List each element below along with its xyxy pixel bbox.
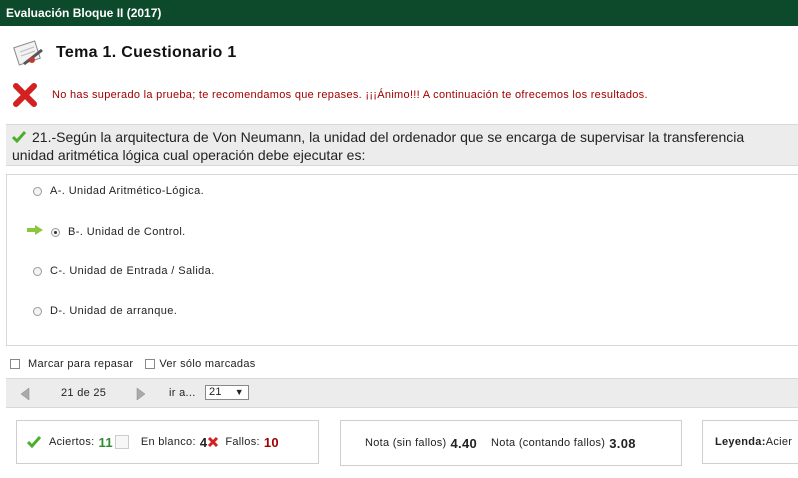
option-a[interactable]: A-. Unidad Aritmético-Lógica. [33, 181, 204, 201]
aciertos-count: 11 [98, 434, 113, 450]
quiz-header: Tema 1. Cuestionario 1 [10, 38, 237, 68]
mark-review-label[interactable]: Marcar para repasar [28, 358, 133, 370]
review-marks: Marcar para repasar Ver sólo marcadas [10, 358, 256, 370]
goto-select-value: 21 [209, 386, 222, 398]
nota-contando-label: Nota (contando fallos) [491, 437, 606, 449]
option-label: B-. Unidad de Control. [68, 226, 186, 238]
nota-contando-value: 3.08 [609, 435, 636, 451]
question-line-1: 21.-Según la arquitectura de Von Neumann… [32, 129, 745, 145]
answer-options: A-. Unidad Aritmético-Lógica. B-. Unidad… [6, 174, 798, 346]
question-line-2: unidad aritmética lógica cual operación … [12, 147, 366, 163]
option-label: C-. Unidad de Entrada / Salida. [50, 265, 215, 277]
question-navigation: 21 de 25 ir a... 21 ▼ [6, 378, 798, 408]
radio-button[interactable] [33, 186, 42, 196]
option-label: D-. Unidad de arranque. [50, 305, 178, 317]
window-title-bar: Evaluación Bloque II (2017) [0, 0, 798, 26]
next-arrow-icon[interactable] [136, 388, 146, 400]
green-check-icon [27, 436, 41, 448]
show-marked-checkbox[interactable] [145, 359, 156, 369]
question-text: 21.-Según la arquitectura de Von Neumann… [6, 124, 798, 166]
notepad-pencil-icon [10, 38, 46, 68]
fallos-label: Fallos: [225, 436, 260, 448]
green-check-icon [11, 129, 27, 144]
option-b[interactable]: B-. Unidad de Control. [51, 222, 186, 242]
goto-select[interactable]: 21 ▼ [205, 385, 249, 400]
blanco-count: 4 [199, 434, 208, 450]
mark-review-checkbox[interactable] [10, 359, 20, 369]
page-title: Tema 1. Cuestionario 1 [56, 44, 237, 61]
grade-summary: Nota (sin fallos) 4.40 Nota (contando fa… [340, 420, 682, 466]
score-summary: Aciertos: 11 En blanco: 4 Fallos: 10 [16, 420, 319, 464]
goto-label: ir a... [169, 387, 196, 399]
result-message-text: No has superado la prueba; te recomendam… [52, 89, 648, 101]
radio-button[interactable] [33, 306, 42, 316]
window-title: Evaluación Bloque II (2017) [6, 6, 162, 20]
legend-label: Leyenda: [715, 436, 766, 448]
correct-answer-arrow-icon [27, 225, 43, 235]
blanco-label: En blanco: [140, 436, 196, 448]
legend-box: Leyenda: Acier [702, 420, 798, 464]
chevron-down-icon: ▼ [234, 387, 244, 397]
question-position: 21 de 25 [61, 387, 107, 399]
nota-sin-fallos-value: 4.40 [450, 435, 478, 451]
option-d[interactable]: D-. Unidad de arranque. [33, 301, 177, 321]
legend-text: Acier [765, 436, 793, 448]
option-c[interactable]: C-. Unidad de Entrada / Salida. [33, 261, 215, 281]
red-cross-icon [12, 82, 38, 108]
radio-button-selected[interactable] [51, 227, 60, 237]
red-cross-icon [208, 436, 219, 448]
aciertos-label: Aciertos: [49, 436, 95, 448]
blank-square-icon [114, 435, 129, 449]
show-marked-label[interactable]: Ver sólo marcadas [159, 358, 255, 370]
result-message: No has superado la prueba; te recomendam… [12, 82, 648, 108]
previous-arrow-icon[interactable] [20, 388, 30, 400]
option-label: A-. Unidad Aritmético-Lógica. [50, 185, 205, 197]
fallos-count: 10 [263, 434, 279, 450]
radio-button[interactable] [33, 266, 42, 276]
nota-sin-fallos-label: Nota (sin fallos) [365, 437, 447, 449]
